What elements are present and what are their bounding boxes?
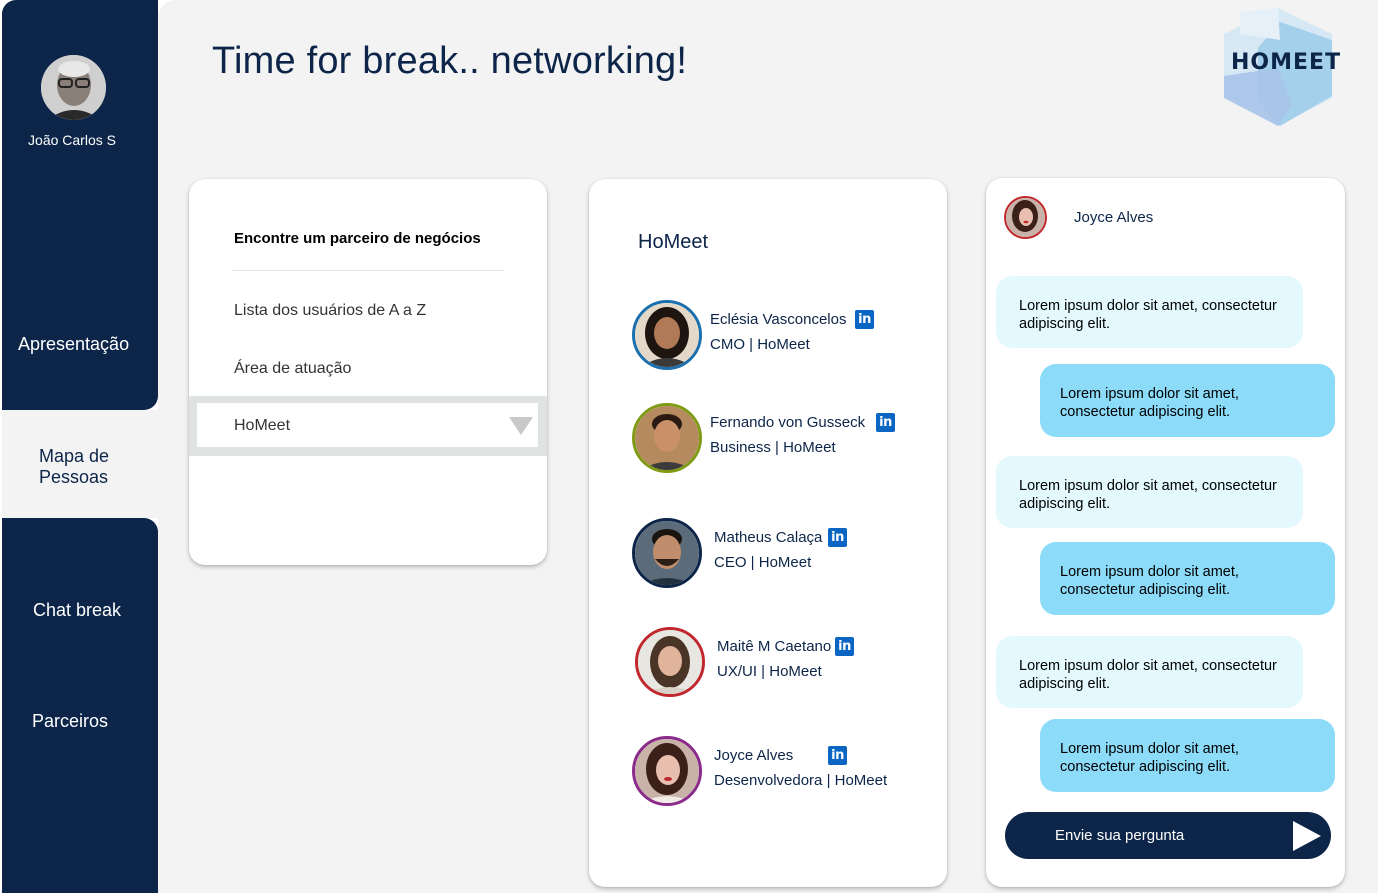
page-title: Time for break.. networking! [212,40,688,82]
send-icon[interactable] [1293,821,1321,851]
nav-item-parceiros[interactable]: Parceiros [32,711,108,732]
user-name: João Carlos S [28,132,116,148]
nav-item-label-line1: Mapa de [39,446,110,466]
user-avatar[interactable] [41,55,106,120]
sidebar-top-panel: João Carlos S Apresentação [2,0,158,410]
message-text: Lorem ipsum dolor sit amet, consectetur … [1019,298,1277,332]
people-list-title: HoMeet [638,231,709,253]
chat-contact-avatar[interactable] [1004,196,1047,239]
person-role: Business | HoMeet [710,439,836,456]
message-text: Lorem ipsum dolor sit amet, consectetur … [1019,478,1277,512]
divider [232,270,504,271]
sidebar-active-item[interactable]: Mapa de Pessoas [2,410,158,518]
chat-card: Joyce Alves Lorem ipsum dolor sit amet, … [986,178,1345,887]
chat-message-received: Lorem ipsum dolor sit amet, consectetur … [996,456,1303,528]
linkedin-icon[interactable]: in [876,413,895,432]
filter-title: Encontre um parceiro de negócios [234,230,481,247]
avatar[interactable] [635,627,705,697]
person-role: CMO | HoMeet [710,336,810,353]
avatar[interactable] [632,403,702,473]
nav-item-chat-break[interactable]: Chat break [33,600,121,621]
chat-contact-name: Joyce Alves [1074,209,1154,226]
person-role: Desenvolvedora | HoMeet [714,772,888,789]
person-name[interactable]: Fernando von Gusseck [710,414,865,431]
company-select-value: HoMeet [234,417,291,434]
people-list-card: HoMeet Eclésia Vasconcelos in CMO | HoMe… [589,179,947,887]
avatar[interactable] [632,518,702,588]
filter-select-container: HoMeet [189,396,547,456]
linkedin-icon[interactable]: in [828,746,847,765]
sidebar-bottom-panel: Chat break Parceiros [2,518,158,893]
chat-question-input[interactable]: Envie sua pergunta [1005,812,1331,859]
linkedin-icon[interactable]: in [835,637,854,656]
nav-item-label-line2: Pessoas [39,467,109,487]
avatar[interactable] [632,736,702,806]
linkedin-icon[interactable]: in [855,310,874,329]
partner-filter-card: Encontre um parceiro de negócios Lista d… [189,179,547,565]
chat-message-sent: Lorem ipsum dolor sit amet, consectetur … [1040,542,1335,615]
chat-message-received: Lorem ipsum dolor sit amet, consectetur … [996,636,1303,708]
message-text: Lorem ipsum dolor sit amet, consectetur … [1060,741,1239,775]
person-name[interactable]: Maitê M Caetano [717,638,831,655]
chat-input-placeholder: Envie sua pergunta [1055,827,1185,844]
logo-text: HOMEET [1231,50,1342,75]
chevron-down-icon[interactable] [509,417,533,435]
message-text: Lorem ipsum dolor sit amet, consectetur … [1060,386,1239,420]
chat-message-received: Lorem ipsum dolor sit amet, consectetur … [996,276,1303,348]
chat-message-sent: Lorem ipsum dolor sit amet, consectetur … [1040,364,1335,437]
message-text: Lorem ipsum dolor sit amet, consectetur … [1060,564,1239,598]
message-text: Lorem ipsum dolor sit amet, consectetur … [1019,658,1277,692]
person-role: CEO | HoMeet [714,554,812,571]
nav-item-apresentacao[interactable]: Apresentação [18,334,129,355]
nav-item-mapa-de-pessoas[interactable]: Mapa de Pessoas [39,446,109,488]
filter-option-area[interactable]: Área de atuação [234,360,351,378]
company-select[interactable]: HoMeet [197,403,538,447]
avatar[interactable] [632,300,702,370]
person-name[interactable]: Eclésia Vasconcelos [710,311,846,328]
person-role: UX/UI | HoMeet [717,663,822,680]
filter-option-a-z[interactable]: Lista dos usuários de A a Z [234,302,426,320]
person-name[interactable]: Matheus Calaça [714,529,822,546]
chat-message-sent: Lorem ipsum dolor sit amet, consectetur … [1040,719,1335,792]
person-name[interactable]: Joyce Alves [714,747,793,764]
linkedin-icon[interactable]: in [828,528,847,547]
